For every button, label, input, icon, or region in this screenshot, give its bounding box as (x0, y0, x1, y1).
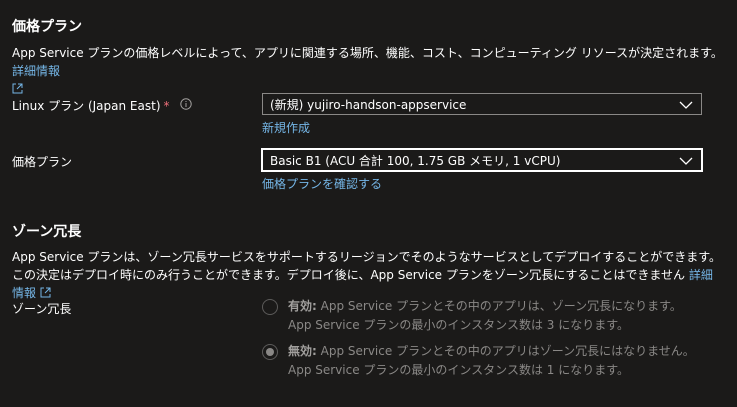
pricing-description-text: App Service プランの価格レベルによって、アプリに関連する場所、機能、… (12, 46, 723, 60)
pricing-description: App Service プランの価格レベルによって、アプリに関連する場所、機能、… (12, 44, 724, 99)
pricing-plan-select[interactable]: Basic B1 (ACU 合計 100, 1.75 GB メモリ, 1 vCP… (261, 148, 703, 172)
zone-option-enabled-title: 有効: (288, 299, 317, 313)
linux-plan-label-text: Linux プラン (Japan East) (12, 99, 161, 113)
radio-enabled[interactable] (262, 299, 278, 315)
pricing-details-link-label: 詳細情報 (12, 64, 61, 78)
zone-option-disabled-text: 無効: App Service プランとその中のアプリはゾーン冗長にはなりません… (288, 342, 698, 380)
linux-plan-label: Linux プラン (Japan East) * (12, 97, 192, 114)
radio-disabled[interactable] (262, 344, 278, 360)
pricing-details-link[interactable]: 詳細情報 (12, 64, 60, 78)
zone-option-disabled[interactable]: 無効: App Service プランとその中のアプリはゾーン冗長にはなりません… (262, 342, 702, 380)
linux-plan-value: (新規) yujiro-handson-appservice (270, 97, 467, 112)
pricing-section-title: 価格プラン (12, 19, 82, 35)
required-mark: * (163, 98, 170, 113)
linux-plan-select[interactable]: (新規) yujiro-handson-appservice (262, 93, 702, 115)
check-pricing-plans-link[interactable]: 価格プランを確認する (262, 175, 382, 192)
create-new-link[interactable]: 新規作成 (262, 119, 310, 136)
zone-option-disabled-title: 無効: (288, 344, 317, 358)
zone-option-enabled-desc: App Service プランとその中のアプリは、ゾーン冗長になります。App … (288, 299, 682, 332)
zone-description-text: App Service プランは、ゾーン冗長サービスをサポートするリージョンでそ… (12, 250, 722, 282)
zone-description: App Service プランは、ゾーン冗長サービスをサポートするリージョンでそ… (12, 248, 724, 303)
zone-option-disabled-desc: App Service プランとその中のアプリはゾーン冗長にはなりません。App… (288, 344, 695, 377)
zone-option-enabled[interactable]: 有効: App Service プランとその中のアプリは、ゾーン冗長になります。… (262, 297, 702, 335)
chevron-down-icon (679, 99, 693, 113)
pricing-plan-label: 価格プラン (12, 155, 73, 169)
zone-option-enabled-text: 有効: App Service プランとその中のアプリは、ゾーン冗長になります。… (288, 297, 698, 335)
pricing-plan-value: Basic B1 (ACU 合計 100, 1.75 GB メモリ, 1 vCP… (270, 153, 561, 168)
info-icon[interactable] (179, 98, 192, 113)
zone-redundancy-label: ゾーン冗長 (12, 302, 72, 316)
chevron-down-icon (679, 155, 693, 169)
zone-section-title: ゾーン冗長 (12, 224, 82, 240)
